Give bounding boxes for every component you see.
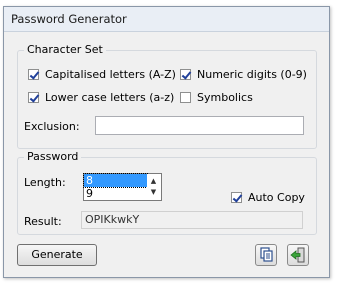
symbolics-checkbox[interactable]: Symbolics [180,91,253,104]
generate-button[interactable]: Generate [17,244,97,266]
checkbox-box[interactable] [28,92,39,103]
capitalised-letters-label: Capitalised letters (A-Z) [45,68,176,81]
symbolics-label: Symbolics [197,91,253,104]
character-set-label: Character Set [24,43,106,56]
window-title: Password Generator [11,12,127,26]
checkbox-box[interactable] [180,92,191,103]
title-bar: Password Generator [4,7,329,32]
exclusion-label: Exclusion: [24,120,80,133]
length-option-selected[interactable]: 8 [83,173,148,188]
checkbox-box[interactable] [180,69,191,80]
password-group-label: Password [24,150,82,163]
numeric-digits-label: Numeric digits (0-9) [197,68,307,81]
lower-case-letters-checkbox[interactable]: Lower case letters (a-z) [28,91,174,104]
exit-button[interactable] [287,244,309,266]
result-output[interactable]: OPIKkwkY [81,211,303,229]
exit-icon [290,247,305,263]
exclusion-input[interactable] [95,116,304,135]
copy-icon [260,247,273,262]
result-label: Result: [24,215,62,228]
length-listbox[interactable]: 8 9 ▲ ▼ [83,173,162,201]
password-group: Password Length: 8 9 ▲ ▼ Auto Copy Resul… [17,150,317,235]
checkbox-box[interactable] [231,192,242,203]
password-generator-window: Password Generator Character Set Capital… [3,6,330,278]
length-scrollbar[interactable]: ▲ ▼ [147,175,160,199]
length-label: Length: [24,176,66,189]
checkbox-box[interactable] [28,69,39,80]
copy-button[interactable] [255,244,277,266]
scroll-down-arrow-icon[interactable]: ▼ [147,186,160,199]
character-set-group: Character Set Capitalised letters (A-Z) … [17,43,317,149]
auto-copy-label: Auto Copy [248,191,305,204]
numeric-digits-checkbox[interactable]: Numeric digits (0-9) [180,68,307,81]
auto-copy-checkbox[interactable]: Auto Copy [231,191,305,204]
capitalised-letters-checkbox[interactable]: Capitalised letters (A-Z) [28,68,176,81]
lower-case-letters-label: Lower case letters (a-z) [45,91,175,104]
